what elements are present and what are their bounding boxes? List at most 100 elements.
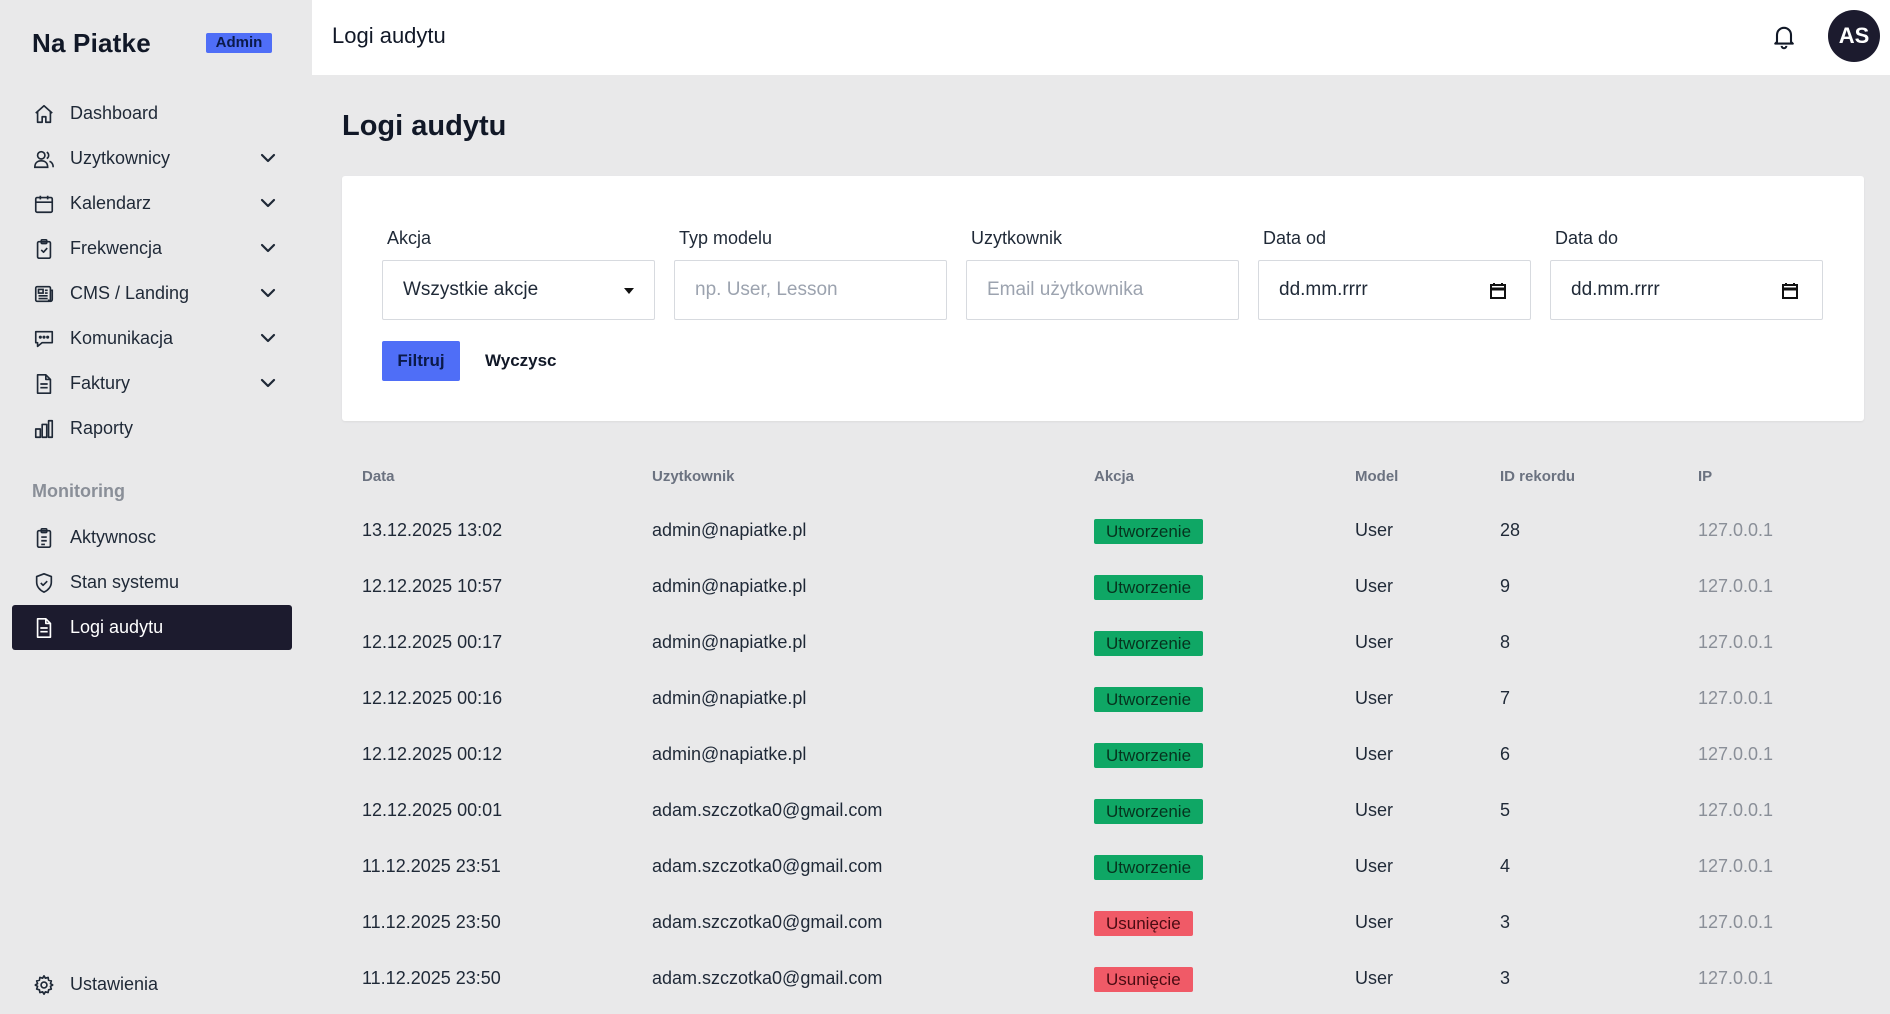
cell-action: Usunięcie — [1094, 894, 1193, 950]
cell-user: admin@napiatke.pl — [652, 520, 807, 540]
cell-model: User — [1355, 800, 1394, 820]
column-header-record-id[interactable]: ID rekordu — [1500, 468, 1575, 485]
chevron-down-icon[interactable] — [258, 328, 278, 348]
chat-icon — [32, 327, 56, 351]
cell-date: 11.12.2025 23:50 — [362, 968, 501, 988]
cell-model: User — [1355, 688, 1394, 708]
home-icon — [32, 102, 56, 126]
cell-action: Utworzenie — [1094, 502, 1204, 558]
shield-check-icon — [32, 571, 56, 595]
sidebar-item-label: Logi audytu — [70, 617, 164, 637]
table-row[interactable]: 11.12.2025 23:50 adam.szczotka0@gmail.com… — [342, 950, 1864, 1006]
sidebar-item-cms[interactable]: CMS / Landing — [12, 271, 292, 316]
action-select-value: Wszystkie akcje — [403, 279, 539, 300]
sidebar-item-label: Kalendarz — [70, 193, 152, 213]
cell-date: 13.12.2025 13:02 — [362, 520, 503, 540]
cell-user: admin@napiatke.pl — [652, 688, 807, 708]
sidebar-item-audit-logs[interactable]: Logi audytu — [12, 605, 292, 650]
sidebar-item-reports[interactable]: Raporty — [12, 406, 292, 451]
user-email-input[interactable]: Email użytkownika — [966, 260, 1239, 320]
date-to-placeholder: dd.mm.rrrr — [1571, 279, 1660, 300]
dropdown-caret-icon — [624, 288, 634, 294]
action-badge: Utworzenie — [1094, 518, 1204, 544]
sidebar-item-attendance[interactable]: Frekwencja — [12, 226, 292, 271]
sidebar-item-users[interactable]: Uzytkownicy — [12, 136, 292, 181]
table-row[interactable]: 12.12.2025 00:17 admin@napiatke.pl Utworze… — [342, 614, 1864, 670]
column-header-date[interactable]: Data — [362, 468, 395, 485]
sidebar-item-dashboard[interactable]: Dashboard — [12, 91, 292, 136]
model-type-input[interactable]: np. User, Lesson — [674, 260, 947, 320]
sidebar-item-settings[interactable]: Ustawienia — [12, 962, 292, 1007]
sidebar-item-system-status[interactable]: Stan systemu — [12, 560, 292, 605]
table-row[interactable]: 12.12.2025 00:01 adam.szczotka0@gmail.com… — [342, 782, 1864, 838]
action-select[interactable]: Wszystkie akcje — [382, 260, 655, 320]
admin-badge: Admin — [206, 33, 272, 53]
cell-action: Utworzenie — [1094, 838, 1204, 894]
chevron-down-icon[interactable] — [258, 193, 278, 213]
cell-date: 11.12.2025 23:51 — [362, 856, 501, 876]
cell-action: Utworzenie — [1094, 558, 1204, 614]
cell-record-id: 9 — [1500, 576, 1511, 596]
filter-button[interactable]: Filtruj — [382, 341, 460, 381]
sidebar-item-label: Frekwencja — [70, 238, 163, 258]
model-type-placeholder: np. User, Lesson — [695, 279, 838, 300]
bar-chart-icon — [32, 417, 56, 441]
cell-model: User — [1355, 576, 1394, 596]
chevron-down-icon[interactable] — [258, 283, 278, 303]
brand-name[interactable]: Na Piatke — [32, 28, 151, 59]
chevron-down-icon[interactable] — [258, 238, 278, 258]
action-badge: Usunięcie — [1094, 910, 1193, 936]
action-badge: Utworzenie — [1094, 854, 1204, 880]
cell-ip: 127.0.0.1 — [1698, 912, 1774, 932]
topbar: Logi audytu AS — [312, 0, 1890, 75]
cell-ip: 127.0.0.1 — [1698, 800, 1774, 820]
table-row[interactable]: 11.12.2025 23:50 adam.szczotka0@gmail.com… — [342, 894, 1864, 950]
cell-model: User — [1355, 744, 1394, 764]
topbar-title: Logi audytu — [332, 23, 446, 48]
page-title: Logi audytu — [342, 110, 507, 142]
sidebar-item-activity[interactable]: Aktywnosc — [12, 515, 292, 560]
sidebar-item-label: Ustawienia — [70, 974, 159, 994]
sidebar-item-invoices[interactable]: Faktury — [12, 361, 292, 406]
avatar[interactable]: AS — [1828, 10, 1880, 62]
clipboard-list-icon — [32, 526, 56, 550]
date-from-input[interactable]: dd.mm.rrrr — [1258, 260, 1531, 320]
sidebar-item-label: Faktury — [70, 373, 131, 393]
sidebar-item-calendar[interactable]: Kalendarz — [12, 181, 292, 226]
table-row[interactable]: 13.12.2025 13:02 admin@napiatke.pl Utworze… — [342, 502, 1864, 558]
sidebar-item-label: Komunikacja — [70, 328, 174, 348]
cell-ip: 127.0.0.1 — [1698, 856, 1774, 876]
cell-date: 12.12.2025 00:12 — [362, 744, 503, 764]
column-header-user[interactable]: Uzytkownik — [652, 468, 735, 485]
sidebar-item-label: Uzytkownicy — [70, 148, 171, 168]
cell-ip: 127.0.0.1 — [1698, 520, 1774, 540]
chevron-down-icon[interactable] — [258, 148, 278, 168]
column-header-ip[interactable]: IP — [1698, 468, 1712, 485]
cell-action: Utworzenie — [1094, 726, 1204, 782]
column-header-model[interactable]: Model — [1355, 468, 1398, 485]
sidebar: Na Piatke Admin Dashboard Uzytkownicy Ka… — [0, 0, 312, 1014]
filter-card: Akcja Wszystkie akcje Typ modelu np. Use… — [342, 176, 1864, 421]
table-row[interactable]: 12.12.2025 00:12 admin@napiatke.pl Utworze… — [342, 726, 1864, 782]
clear-button[interactable]: Wyczysc — [485, 341, 557, 381]
action-filter-label: Akcja — [387, 228, 432, 248]
column-header-action[interactable]: Akcja — [1094, 468, 1134, 485]
cell-date: 12.12.2025 10:57 — [362, 576, 503, 596]
sidebar-settings: Ustawienia — [12, 962, 292, 1007]
sidebar-item-communication[interactable]: Komunikacja — [12, 316, 292, 361]
date-to-input[interactable]: dd.mm.rrrr — [1550, 260, 1823, 320]
cell-record-id: 3 — [1500, 968, 1511, 988]
table-row[interactable]: 12.12.2025 00:16 admin@napiatke.pl Utworze… — [342, 670, 1864, 726]
calendar-icon[interactable] — [1780, 281, 1800, 301]
cell-record-id: 5 — [1500, 800, 1511, 820]
cell-user: adam.szczotka0@gmail.com — [652, 912, 883, 932]
table-row[interactable]: 11.12.2025 23:51 adam.szczotka0@gmail.com… — [342, 838, 1864, 894]
cell-ip: 127.0.0.1 — [1698, 968, 1774, 988]
cell-user: admin@napiatke.pl — [652, 576, 807, 596]
cell-date: 12.12.2025 00:17 — [362, 632, 503, 652]
table-row[interactable]: 12.12.2025 10:57 admin@napiatke.pl Utworze… — [342, 558, 1864, 614]
bell-icon[interactable] — [1770, 22, 1798, 50]
chevron-down-icon[interactable] — [258, 373, 278, 393]
calendar-icon[interactable] — [1488, 281, 1508, 301]
sidebar-item-label: CMS / Landing — [70, 283, 190, 303]
